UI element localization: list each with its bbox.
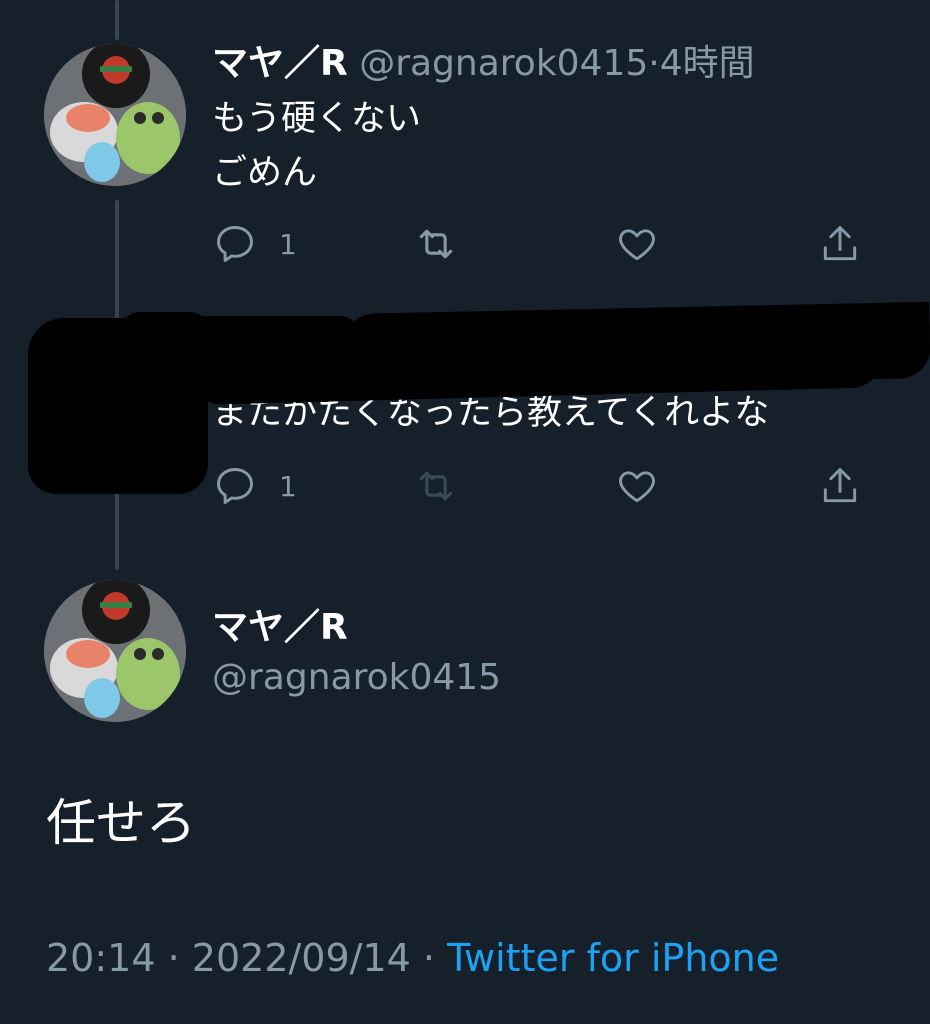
retweet-button[interactable] <box>412 464 460 508</box>
retweet-icon <box>412 464 460 508</box>
display-name[interactable]: マヤ／R <box>212 43 348 84</box>
like-button[interactable] <box>614 222 660 266</box>
tweet-text-line-2: ごめん <box>212 153 318 193</box>
tweet-date: 2022/09/14 <box>191 936 411 980</box>
tweet-header: マヤ／R @ragnarok0415·4時間 <box>212 38 755 90</box>
reply-count: 1 <box>279 469 297 503</box>
separator-dot: · <box>648 43 660 84</box>
reply-icon <box>213 222 257 266</box>
tweet-text: 任せろ <box>46 794 196 852</box>
share-button[interactable] <box>818 222 862 266</box>
username[interactable]: @ragnarok0415 <box>359 43 648 84</box>
share-button[interactable] <box>818 464 862 508</box>
heart-icon <box>614 222 660 266</box>
timestamp[interactable]: 4時間 <box>660 43 755 84</box>
username[interactable]: @ragnarok0415 <box>212 653 501 703</box>
separator-dot: · <box>167 936 180 980</box>
tweet-text-line-1: もう硬くない <box>212 99 421 139</box>
thread-line-top <box>115 0 119 40</box>
like-button[interactable] <box>614 464 660 508</box>
separator-dot: · <box>422 936 436 980</box>
heart-icon <box>614 464 660 508</box>
reply-button[interactable]: 1 <box>213 464 297 508</box>
redaction-mark <box>339 301 930 391</box>
display-name[interactable]: マヤ／R <box>212 603 348 653</box>
reply-button[interactable]: 1 <box>213 222 297 266</box>
share-icon <box>818 464 862 508</box>
avatar[interactable] <box>44 44 186 186</box>
share-icon <box>818 222 862 266</box>
reply-icon <box>213 464 257 508</box>
tweet-metadata: 20:14 · 2022/09/14 · Twitter for iPhone <box>46 930 779 986</box>
avatar[interactable] <box>44 580 186 722</box>
tweet-time: 20:14 <box>46 936 156 980</box>
source-link[interactable]: Twitter for iPhone <box>447 936 779 980</box>
retweet-button[interactable] <box>412 222 460 266</box>
reply-count: 1 <box>279 227 297 261</box>
retweet-icon <box>412 222 460 266</box>
